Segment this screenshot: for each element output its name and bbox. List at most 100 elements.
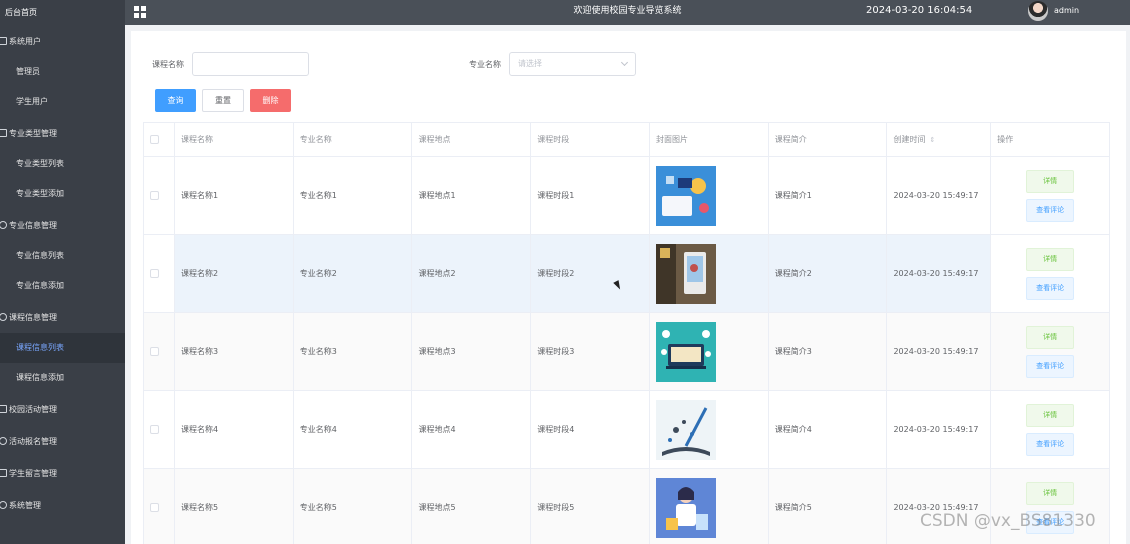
row-checkbox[interactable] [150,269,159,278]
select-all-checkbox[interactable] [150,135,159,144]
cell-course-name: 课程名称2 [175,235,294,312]
cell-actions: 详情 查看评论 [991,313,1109,390]
sidebar-group-campus-activities[interactable]: 校园活动管理 [0,393,125,425]
cover-image [655,477,716,538]
sidebar-item-major-type-add[interactable]: 专业类型添加 [0,179,125,209]
cell-actions: 详情 查看评论 [991,157,1109,234]
cell-course-name: 课程名称1 [175,157,294,234]
major-select-placeholder: 请选择 [518,59,542,68]
row-checkbox[interactable] [150,191,159,200]
sidebar-item-major-type-list[interactable]: 专业类型列表 [0,149,125,179]
cell-cover-image [650,235,769,312]
view-reviews-button[interactable]: 查看评论 [1026,354,1075,378]
cell-course-period: 课程时段3 [531,313,650,390]
view-reviews-button[interactable]: 查看评论 [1026,432,1075,456]
sidebar-group-major-info[interactable]: 专业信息管理 [0,209,125,241]
sidebar-group-student-messages[interactable]: 学生留言管理 [0,457,125,489]
cell-course-intro: 课程简介2 [769,235,888,312]
sidebar-item-students[interactable]: 学生用户 [0,87,125,117]
avatar[interactable] [1028,1,1048,21]
cell-course-location: 课程地点4 [412,391,532,468]
cell-cover-image [650,313,769,390]
cell-course-intro: 课程简介1 [769,157,888,234]
course-name-label: 课程名称 [152,60,184,69]
sidebar-home[interactable]: 后台首页 [0,0,125,25]
cell-course-name: 课程名称3 [175,313,294,390]
header-created-time-label: 创建时间 [893,135,926,144]
sidebar-group-course-info[interactable]: 课程信息管理 [0,301,125,333]
sidebar-group-system-management[interactable]: 系统管理 [0,489,125,521]
detail-button[interactable]: 详情 [1026,403,1075,427]
cell-course-intro: 课程简介4 [769,391,888,468]
sidebar-group-label: 专业信息管理 [9,220,57,230]
cover-image [655,243,716,304]
table-row: 课程名称2 专业名称2 课程地点2 课程时段2 课程简介2 2024-03-20… [143,235,1110,313]
sidebar-item-major-info-list[interactable]: 专业信息列表 [0,241,125,271]
cover-image [655,399,716,460]
row-checkbox-cell [144,235,175,312]
sidebar-group-activity-signups[interactable]: 活动报名管理 [0,425,125,457]
table-row: 课程名称1 专业名称1 课程地点1 课程时段1 课程简介1 2024-03-20… [143,157,1110,235]
sort-icon[interactable]: ⇕ [929,136,935,144]
cover-image [655,321,716,382]
topbar: 欢迎使用校园专业导览系统 2024-03-20 16:04:54 admin [125,0,1130,25]
header-course-location: 课程地点 [412,123,532,156]
view-reviews-button[interactable]: 查看评论 [1026,198,1075,222]
sidebar-group-label: 校园活动管理 [9,404,57,414]
row-checkbox-cell [144,469,175,544]
row-checkbox[interactable] [150,425,159,434]
cell-cover-image [650,157,769,234]
reset-button[interactable]: 重置 [202,89,244,112]
sidebar-group-label: 专业类型管理 [9,128,57,138]
cell-course-period: 课程时段4 [531,391,650,468]
cell-major-name: 专业名称2 [294,235,413,312]
sidebar-group-major-types[interactable]: 专业类型管理 [0,117,125,149]
delete-button[interactable]: 删除 [250,89,291,112]
sidebar-group-system-users[interactable]: 系统用户 [0,25,125,57]
view-reviews-button[interactable]: 查看评论 [1026,276,1075,300]
sidebar-group-label: 系统用户 [9,36,41,46]
folder-icon [0,129,7,137]
cell-created-time: 2024-03-20 15:49:17 [887,235,992,312]
header-created-time[interactable]: 创建时间 ⇕ [887,123,992,156]
cell-actions: 详情 查看评论 [991,391,1109,468]
major-select[interactable]: 请选择 [509,52,636,76]
cover-image [655,165,716,226]
row-checkbox-cell [144,391,175,468]
username[interactable]: admin [1054,0,1079,22]
cell-major-name: 专业名称3 [294,313,413,390]
cell-major-name: 专业名称4 [294,391,413,468]
cell-course-period: 课程时段1 [531,157,650,234]
header-course-name: 课程名称 [175,123,294,156]
row-checkbox[interactable] [150,503,159,512]
search-bar: 课程名称 专业名称 请选择 [131,52,1126,77]
sidebar-group-label: 学生留言管理 [9,468,57,478]
book-icon [0,313,7,321]
table-row: 课程名称3 专业名称3 课程地点3 课程时段3 课程简介3 2024-03-20… [143,313,1110,391]
message-icon [0,469,7,477]
sidebar: 后台首页 系统用户 管理员 学生用户 专业类型管理 专业类型列表 专业类型添加 … [0,0,125,544]
detail-button[interactable]: 详情 [1026,481,1075,505]
detail-button[interactable]: 详情 [1026,325,1075,349]
cell-course-period: 课程时段2 [531,235,650,312]
detail-button[interactable]: 详情 [1026,247,1075,271]
major-name-label: 专业名称 [469,60,501,69]
cover-illustration [655,477,716,538]
cover-illustration [655,321,716,382]
row-checkbox[interactable] [150,347,159,356]
cell-created-time: 2024-03-20 15:49:17 [887,469,992,544]
query-button[interactable]: 查询 [155,89,196,112]
sidebar-item-course-info-list[interactable]: 课程信息列表 [0,333,125,363]
sidebar-item-admins[interactable]: 管理员 [0,57,125,87]
detail-button[interactable]: 详情 [1026,169,1075,193]
cell-course-intro: 课程简介5 [769,469,888,544]
course-name-input[interactable] [192,52,309,76]
clock-text: 2024-03-20 16:04:54 [866,5,973,16]
table-header: 课程名称 专业名称 课程地点 课程时段 封面图片 课程简介 创建时间 ⇕ 操作 [143,122,1110,157]
cell-cover-image [650,391,769,468]
cell-course-location: 课程地点1 [412,157,532,234]
cell-course-intro: 课程简介3 [769,313,888,390]
course-table: 课程名称 专业名称 课程地点 课程时段 封面图片 课程简介 创建时间 ⇕ 操作 … [143,122,1110,544]
sidebar-item-major-info-add[interactable]: 专业信息添加 [0,271,125,301]
sidebar-item-course-info-add[interactable]: 课程信息添加 [0,363,125,393]
